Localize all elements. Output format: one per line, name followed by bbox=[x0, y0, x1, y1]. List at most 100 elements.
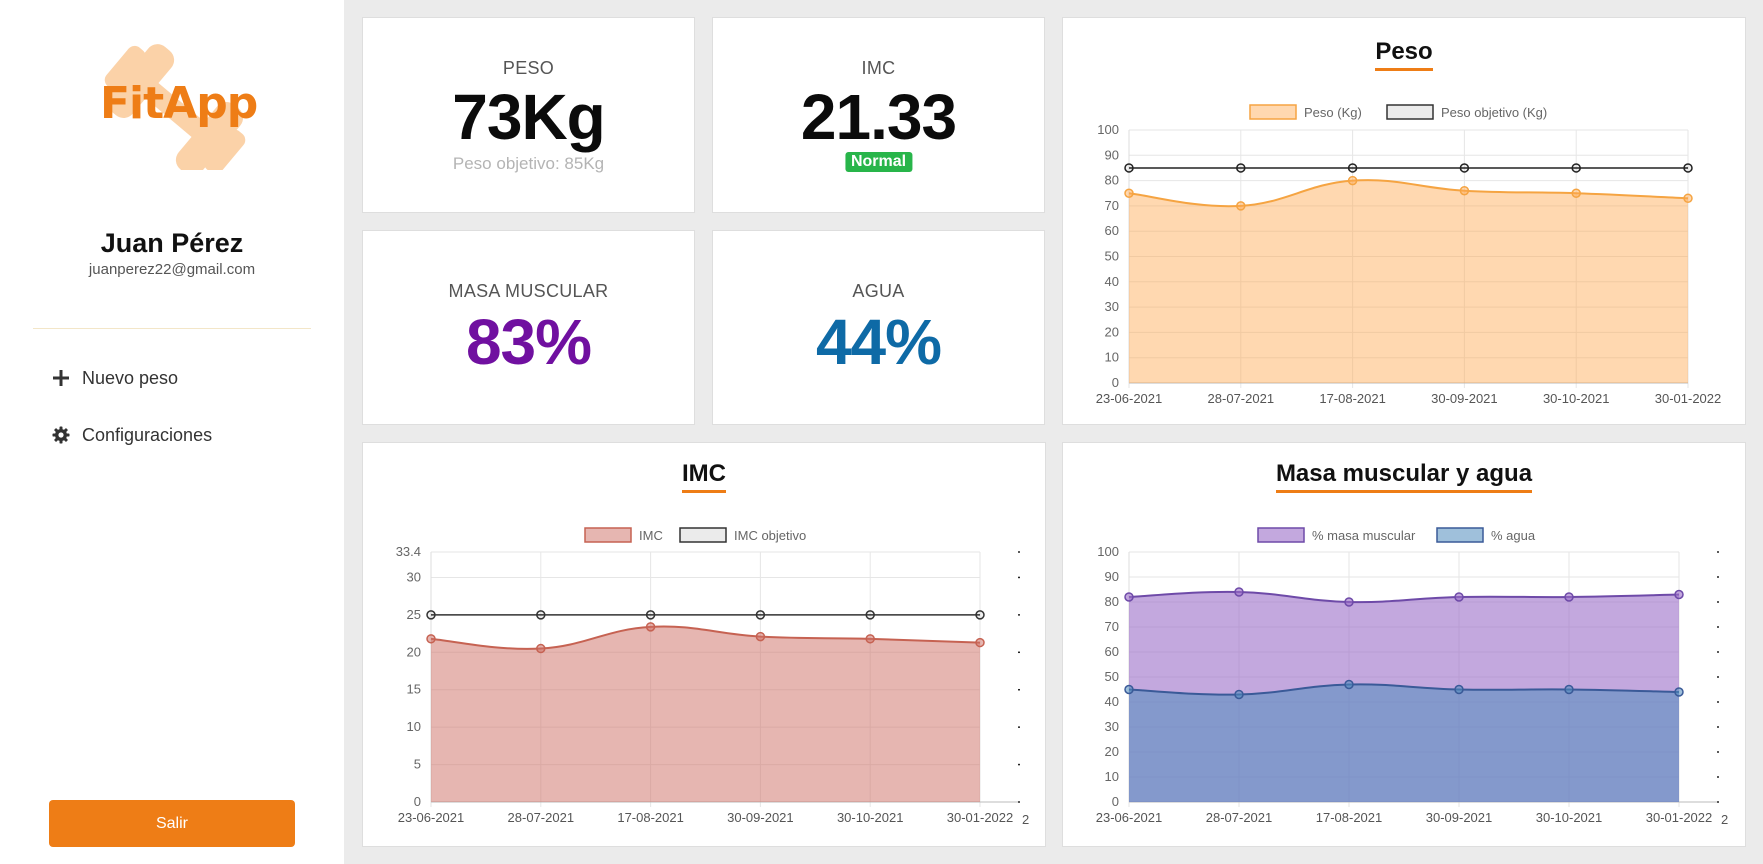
legend-label: IMC bbox=[639, 528, 663, 543]
x-tick-label: 23-06-2021 bbox=[398, 810, 465, 825]
x-tick-label: 30-09-2021 bbox=[1426, 810, 1493, 825]
data-point[interactable] bbox=[1124, 684, 1134, 695]
y-tick-label: 70 bbox=[1105, 198, 1119, 213]
sidebar-divider bbox=[33, 328, 311, 329]
data-point[interactable] bbox=[1234, 587, 1244, 597]
legend-swatch[interactable] bbox=[1386, 104, 1434, 120]
data-point[interactable] bbox=[1571, 188, 1581, 198]
data-point[interactable] bbox=[1683, 193, 1693, 204]
data-point[interactable] bbox=[1459, 163, 1470, 173]
data-point[interactable] bbox=[1674, 589, 1684, 600]
y-tick-label: 10 bbox=[1105, 769, 1119, 784]
data-point[interactable] bbox=[1344, 597, 1354, 607]
data-point[interactable] bbox=[865, 634, 875, 644]
data-point[interactable] bbox=[1564, 592, 1574, 602]
x-tick-label: 30-01-2022 bbox=[1655, 391, 1722, 406]
legend-swatch[interactable] bbox=[679, 527, 727, 543]
y-tick-label: 30 bbox=[1105, 719, 1119, 734]
peso-label: PESO bbox=[502, 58, 555, 78]
data-point[interactable] bbox=[975, 610, 985, 620]
legend-swatch[interactable] bbox=[1257, 527, 1305, 543]
data-point[interactable] bbox=[1124, 592, 1134, 602]
x-tick-label: 28-07-2021 bbox=[1208, 391, 1275, 406]
data-point[interactable] bbox=[645, 610, 656, 620]
user-email: juanperez22@gmail.com bbox=[88, 261, 256, 278]
y-tick-label: 80 bbox=[1105, 173, 1119, 188]
x-tick-label: 17-08-2021 bbox=[617, 810, 684, 825]
legend-label: % masa muscular bbox=[1312, 528, 1416, 543]
masa-value: 83% bbox=[465, 306, 592, 378]
data-point[interactable] bbox=[975, 637, 985, 648]
y-tick-label: 100 bbox=[1097, 544, 1119, 559]
y-tick-label: 20 bbox=[1105, 744, 1119, 759]
legend-swatch[interactable] bbox=[1436, 527, 1484, 543]
data-point[interactable] bbox=[1347, 175, 1358, 186]
x-tick-label: 30-01-2022 bbox=[947, 810, 1014, 825]
masa-label: MASA MUSCULAR bbox=[448, 281, 609, 301]
data-point[interactable] bbox=[1124, 188, 1134, 198]
data-point[interactable] bbox=[1459, 185, 1470, 196]
legend-swatch[interactable] bbox=[1249, 104, 1297, 120]
data-point[interactable] bbox=[755, 610, 766, 620]
data-point[interactable] bbox=[1347, 163, 1358, 173]
gear-icon bbox=[50, 424, 72, 446]
y-tick-label: 20 bbox=[407, 644, 421, 659]
agua-card: AGUA 44% bbox=[712, 230, 1045, 425]
peso-chart-card: Peso Peso (Kg) Peso objetivo (Kg) 100 90 80 7… bbox=[1062, 17, 1746, 425]
imc-card: IMC 21.33 Normal bbox=[712, 17, 1045, 213]
chart-legend: IMC IMC objetivo bbox=[584, 527, 806, 543]
masa-agua-chart-card: Masa muscular y agua % masa muscular% ag… bbox=[1062, 442, 1746, 847]
data-point[interactable] bbox=[1236, 201, 1246, 211]
agua-label: AGUA bbox=[852, 281, 905, 301]
data-point[interactable] bbox=[426, 634, 436, 644]
data-point[interactable] bbox=[536, 643, 546, 654]
chart-legend: Peso (Kg) Peso objetivo (Kg) bbox=[1249, 104, 1547, 120]
data-point[interactable] bbox=[755, 631, 766, 642]
sidebar: FitApp Juan Pérez juanperez22@gmail.com … bbox=[0, 0, 344, 864]
imc-value: 21.33 bbox=[800, 81, 957, 153]
y-tick-label: 90 bbox=[1105, 569, 1119, 584]
plus-icon bbox=[50, 367, 72, 389]
y-tick-label: 50 bbox=[1105, 249, 1119, 264]
data-point[interactable] bbox=[1564, 684, 1574, 695]
data-point[interactable] bbox=[865, 610, 875, 620]
legend-label: % agua bbox=[1491, 528, 1536, 543]
data-point[interactable] bbox=[1236, 163, 1246, 173]
y-tick-label: 5 bbox=[414, 757, 421, 772]
data-point[interactable] bbox=[1683, 163, 1693, 173]
y-tick-label: 60 bbox=[1105, 223, 1119, 238]
y-tick-label: 0 bbox=[1112, 375, 1119, 390]
logout-button[interactable]: Salir bbox=[49, 800, 295, 847]
imc-chart: IMC IMC objetivo 33.4 30 25 20 15 10 5 023-06-202… bbox=[396, 527, 1029, 827]
x-tick-label: 30-10-2021 bbox=[1543, 391, 1610, 406]
data-point[interactable] bbox=[1344, 679, 1354, 690]
data-point[interactable] bbox=[426, 610, 436, 620]
peso-value: 73Kg bbox=[452, 81, 606, 153]
menu-item-nuevo-peso[interactable]: Nuevo peso bbox=[50, 364, 178, 392]
y-tick-label: 33.4 bbox=[396, 544, 421, 559]
data-point[interactable] bbox=[536, 610, 546, 620]
data-point[interactable] bbox=[1571, 163, 1581, 173]
masa-agua-chart: % masa muscular% agua1009080706050403020… bbox=[1096, 527, 1728, 827]
data-point[interactable] bbox=[1454, 684, 1464, 695]
masa-muscular-card: MASA MUSCULAR 83% bbox=[362, 230, 695, 425]
series-area bbox=[1129, 180, 1688, 383]
data-point[interactable] bbox=[1674, 687, 1684, 697]
legend-swatch[interactable] bbox=[584, 527, 632, 543]
menu-item-label: Nuevo peso bbox=[82, 367, 179, 388]
x-tick-label: 30-01-2022 bbox=[1646, 810, 1713, 825]
data-point[interactable] bbox=[1124, 163, 1134, 173]
menu-item-configuraciones[interactable]: Configuraciones bbox=[50, 421, 212, 449]
data-point[interactable] bbox=[1234, 689, 1244, 700]
series-area bbox=[431, 626, 980, 802]
series-area bbox=[1129, 684, 1679, 802]
y-tick-label: 100 bbox=[1097, 122, 1119, 137]
menu-item-label: Configuraciones bbox=[82, 424, 213, 445]
data-point[interactable] bbox=[1454, 592, 1464, 602]
peso-card: PESO 73Kg Peso objetivo: 85Kg bbox=[362, 17, 695, 213]
y-tick-label: 20 bbox=[1105, 324, 1119, 339]
data-point[interactable] bbox=[645, 622, 656, 632]
extra-axis-label: 2 bbox=[1022, 812, 1029, 827]
y-tick-label: 15 bbox=[407, 682, 421, 697]
x-tick-label: 28-07-2021 bbox=[508, 810, 575, 825]
